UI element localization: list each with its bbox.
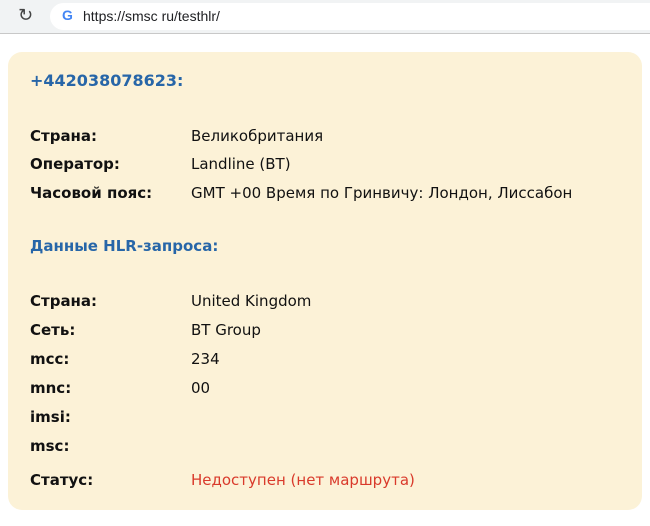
hlr-label: mnc: <box>30 379 72 397</box>
phone-number: +442038078623: <box>30 71 184 90</box>
hlr-value: BT Group <box>191 321 261 339</box>
hlr-value: United Kingdom <box>191 292 312 310</box>
google-icon: G <box>62 7 73 23</box>
hlr-title: Данные HLR-запроса: <box>30 237 219 255</box>
reload-icon[interactable]: ↻ <box>18 5 33 26</box>
info-value: Великобритания <box>191 127 324 145</box>
hlr-value: 00 <box>191 379 211 397</box>
result-card: +442038078623: Страна: Великобритания Оп… <box>8 52 642 510</box>
hlr-value: 234 <box>191 350 220 368</box>
info-label: Часовой пояс: <box>30 184 153 202</box>
browser-toolbar: ↻ G https://smsc ru/testhlr/ <box>0 0 650 34</box>
status-label: Статус: <box>30 471 94 489</box>
hlr-label: msc: <box>30 437 70 455</box>
hlr-label: imsi: <box>30 408 71 426</box>
status-value: Недоступен (нет маршрута) <box>191 471 415 489</box>
hlr-label: Сеть: <box>30 321 76 339</box>
info-label: Страна: <box>30 127 98 145</box>
info-value: Landline (BT) <box>191 155 291 173</box>
hlr-label: Страна: <box>30 292 98 310</box>
url-text[interactable]: https://smsc ru/testhlr/ <box>83 8 220 24</box>
info-label: Оператор: <box>30 155 120 173</box>
info-value: GMT +00 Время по Гринвичу: Лондон, Лисса… <box>191 184 573 202</box>
hlr-label: mcc: <box>30 350 70 368</box>
